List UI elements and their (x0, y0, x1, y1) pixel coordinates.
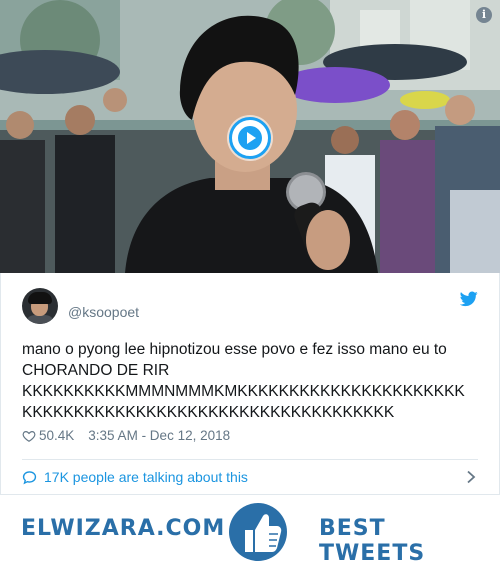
banner-tagline: BEST TWEETS (319, 516, 426, 566)
conversation-link[interactable]: 17K people are talking about this (22, 465, 478, 489)
thumbs-up-icon (229, 503, 287, 561)
tweet-meta: 50.4K 3:35 AM - Dec 12, 2018 (22, 428, 230, 443)
tweet-text: mano o pyong lee hipnotizou esse povo e … (22, 339, 484, 423)
play-button[interactable] (229, 117, 271, 159)
like-count[interactable]: 50.4K (39, 428, 74, 443)
play-icon (238, 126, 262, 150)
tweet-text-line: KKKKKKKKKKMMMNMMMKMKKKKKKKKKKKKKKKKKKKKK… (22, 383, 465, 400)
heart-icon[interactable] (22, 429, 36, 443)
info-icon[interactable]: i (476, 7, 492, 23)
tweet-timestamp[interactable]: 3:35 AM - Dec 12, 2018 (88, 428, 230, 443)
tweet-text-line: mano o pyong lee hipnotizou esse povo e … (22, 341, 447, 358)
author-handle[interactable]: @ksoopoet (68, 304, 139, 320)
tweet-text-line: CHORANDO DE RIR (22, 362, 170, 379)
tweet-card: @ksoopoet mano o pyong lee hipnotizou es… (0, 273, 500, 495)
chevron-right-icon (467, 470, 476, 484)
avatar[interactable] (22, 288, 58, 324)
divider (22, 459, 478, 460)
site-brand[interactable]: ELWIZARA.COM (21, 516, 225, 541)
promo-banner: ELWIZARA.COM BEST TWEETS (0, 495, 500, 570)
tweet-video[interactable]: i (0, 0, 500, 273)
tweet-text-line: KKKKKKKKKKKKKKKKKKKKKKKKKKKKKKKKKKKK (22, 404, 395, 421)
conversation-label: 17K people are talking about this (44, 469, 248, 485)
twitter-bird-icon[interactable] (460, 291, 478, 307)
tweet-author[interactable]: @ksoopoet (22, 288, 139, 324)
speech-bubble-icon (22, 470, 37, 484)
